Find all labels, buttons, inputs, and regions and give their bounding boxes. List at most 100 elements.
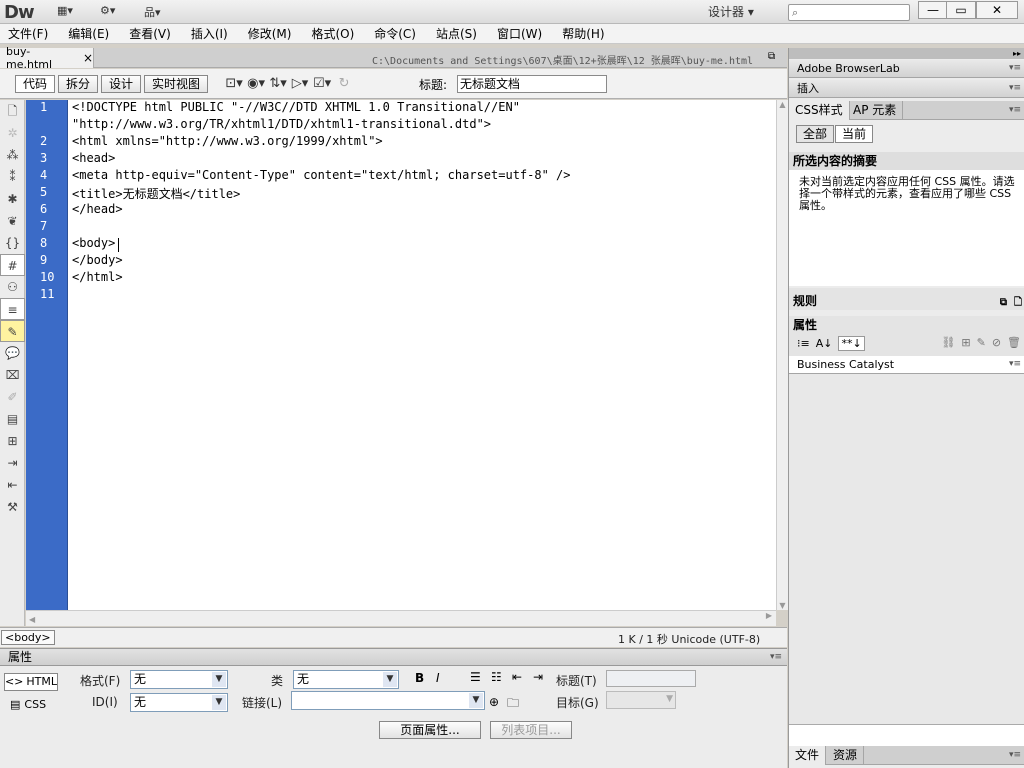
code-line[interactable]: </head> <box>68 202 776 219</box>
code-view-button[interactable]: 代码 <box>15 74 56 93</box>
code-line[interactable]: <body> <box>68 236 776 253</box>
help-search-input[interactable]: ⌕ <box>788 4 910 21</box>
browserlab-panel-header[interactable]: Adobe BrowserLab ▾≡ <box>789 60 1024 78</box>
panel-menu-icon[interactable]: ▾≡ <box>1009 80 1021 97</box>
balance-braces-icon[interactable]: {} <box>0 232 25 254</box>
category-view-icon[interactable]: ⁝≡ <box>797 337 810 350</box>
refresh-icon[interactable]: ↻ <box>333 74 355 94</box>
menu-file[interactable]: 文件(F) <box>8 25 48 42</box>
menu-format[interactable]: 格式(O) <box>311 25 354 42</box>
tab-ap-elements[interactable]: AP 元素 <box>847 101 904 120</box>
collapse-selection-icon[interactable]: ⁑ <box>0 166 25 188</box>
code-line[interactable] <box>68 219 776 236</box>
menu-view[interactable]: 查看(V) <box>129 25 171 42</box>
minimize-button[interactable]: — <box>918 1 948 19</box>
target-select[interactable]: ▼ <box>606 691 676 709</box>
line-numbers-icon[interactable]: # <box>0 254 25 276</box>
html-mode-button[interactable]: <> HTML <box>4 673 58 691</box>
indent-icon[interactable]: ⇥ <box>533 670 543 684</box>
scroll-right-icon[interactable]: ▶ <box>766 611 772 620</box>
panel-menu-icon[interactable]: ▾≡ <box>1009 750 1021 760</box>
about-view-icon[interactable]: 🗋 <box>1014 290 1022 316</box>
menu-edit[interactable]: 编辑(E) <box>68 25 109 42</box>
page-properties-button[interactable]: 页面属性... <box>379 721 481 739</box>
maximize-button[interactable]: ▭ <box>946 1 976 19</box>
unordered-list-icon[interactable]: ☰ <box>470 670 481 684</box>
panel-menu-icon[interactable]: ▾≡ <box>1009 356 1021 373</box>
css-all-button[interactable]: 全部 <box>796 125 834 143</box>
css-mode-button[interactable]: ▤ CSS <box>10 695 58 713</box>
vertical-scrollbar[interactable]: ▲ ▼ <box>776 100 788 610</box>
show-code-navigator-icon[interactable]: ✲ <box>0 122 25 144</box>
scroll-down-icon[interactable]: ▼ <box>777 601 788 610</box>
close-window-button[interactable]: ✕ <box>976 1 1018 19</box>
code-line[interactable]: <meta http-equiv="Content-Type" content=… <box>68 168 776 185</box>
new-css-rule-icon[interactable]: ⊞ <box>961 336 970 349</box>
live-view-button[interactable]: 实时视图 <box>144 74 209 93</box>
multiscreen-icon[interactable]: ⊡▾ <box>223 74 245 94</box>
horizontal-scrollbar[interactable]: ◀ ▶ <box>26 610 776 626</box>
split-view-button[interactable]: 拆分 <box>58 74 99 93</box>
code-line[interactable]: </html> <box>68 270 776 287</box>
browse-folder-icon[interactable]: 🗀 <box>507 694 519 715</box>
panel-menu-icon[interactable]: ▾≡ <box>1009 60 1021 77</box>
wrap-tag-icon[interactable]: ✐ <box>0 386 25 408</box>
open-documents-icon[interactable]: 🗋 <box>0 100 25 122</box>
list-items-button[interactable]: 列表项目... <box>490 721 572 739</box>
panel-menu-icon[interactable]: ▾≡ <box>770 649 782 665</box>
move-css-icon[interactable]: ⊞ <box>0 430 25 452</box>
remove-comment-icon[interactable]: ⌧ <box>0 364 25 386</box>
code-line[interactable]: <head> <box>68 151 776 168</box>
file-management-icon[interactable]: ⇅▾ <box>267 74 289 94</box>
menu-commands[interactable]: 命令(C) <box>374 25 416 42</box>
panel-menu-icon[interactable]: ▾≡ <box>1009 105 1021 115</box>
tab-css-styles[interactable]: CSS样式 <box>789 101 850 120</box>
tab-assets[interactable]: 资源 <box>827 746 865 765</box>
highlight-invalid-code-icon[interactable]: ⚇ <box>0 276 25 298</box>
recent-snippets-icon[interactable]: ▤ <box>0 408 25 430</box>
close-tab-icon[interactable]: × <box>83 51 93 65</box>
business-catalyst-header[interactable]: Business Catalyst ▾≡ <box>789 356 1024 374</box>
gear-icon[interactable]: ⚙▾ <box>100 4 115 20</box>
scroll-up-icon[interactable]: ▲ <box>777 100 788 109</box>
id-select[interactable]: 无 ▼ <box>130 693 228 712</box>
menu-insert[interactable]: 插入(I) <box>191 25 228 42</box>
syntax-coloring-icon[interactable]: ✎ <box>0 320 25 342</box>
format-source-icon[interactable]: ⚒ <box>0 496 25 518</box>
bold-button[interactable]: B <box>415 671 424 685</box>
menu-help[interactable]: 帮助(H) <box>562 25 604 42</box>
preview-browser-icon[interactable]: ◉▾ <box>245 74 267 94</box>
site-icon[interactable]: 品▾ <box>144 4 161 20</box>
edit-rule-icon[interactable]: ✎ <box>977 336 986 349</box>
select-parent-tag-icon[interactable]: ❦ <box>0 210 25 232</box>
code-line[interactable]: </body> <box>68 253 776 270</box>
doc-title-input[interactable]: 无标题文档 <box>457 75 607 93</box>
title-input[interactable] <box>606 670 696 687</box>
code-editor[interactable]: <!DOCTYPE html PUBLIC "-//W3C//DTD XHTML… <box>68 100 776 610</box>
code-line[interactable] <box>68 287 776 304</box>
set-properties-view-icon[interactable]: **↓ <box>838 336 865 351</box>
attach-stylesheet-icon[interactable]: ⛓ <box>941 336 955 349</box>
ordered-list-icon[interactable]: ☷ <box>491 670 502 684</box>
menu-modify[interactable]: 修改(M) <box>248 25 292 42</box>
layout-icon[interactable]: ▦▾ <box>57 4 73 20</box>
properties-panel-header[interactable]: 属性 ▾≡ <box>0 648 787 666</box>
disable-rule-icon[interactable]: ⊘ <box>992 336 1001 349</box>
indent-code-icon[interactable]: ⇥ <box>0 452 25 474</box>
outdent-code-icon[interactable]: ⇤ <box>0 474 25 496</box>
italic-button[interactable]: I <box>436 671 440 685</box>
tab-files[interactable]: 文件 <box>789 746 827 765</box>
word-wrap-icon[interactable]: ≡ <box>0 298 25 320</box>
restore-document-icon[interactable]: ⧉ <box>768 51 775 62</box>
menu-window[interactable]: 窗口(W) <box>497 25 542 42</box>
insert-panel-header[interactable]: 插入 ▾≡ <box>789 80 1024 98</box>
outdent-icon[interactable]: ⇤ <box>512 670 522 684</box>
point-to-file-icon[interactable]: ⊕ <box>489 695 499 709</box>
css-current-button[interactable]: 当前 <box>835 125 873 143</box>
format-select[interactable]: 无 ▼ <box>130 670 228 689</box>
alphabetical-view-icon[interactable]: A↓ <box>816 337 833 350</box>
collapse-panels-icon[interactable]: ▸▸ <box>789 48 1024 59</box>
design-view-button[interactable]: 设计 <box>101 74 142 93</box>
validate-icon[interactable]: ☑▾ <box>311 74 333 94</box>
scroll-left-icon[interactable]: ◀ <box>29 615 35 624</box>
